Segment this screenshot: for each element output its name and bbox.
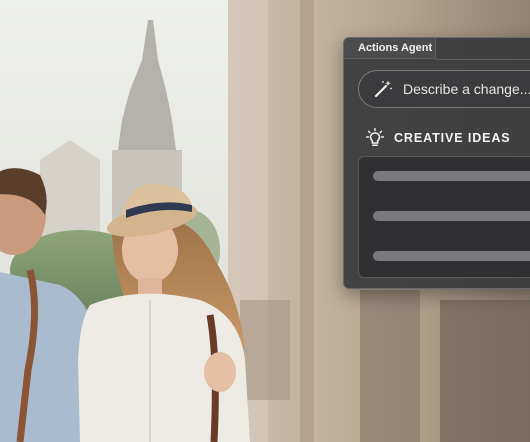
tab-actions-agent[interactable]: Actions Agent bbox=[344, 38, 436, 59]
creative-ideas-header: CREATIVE IDEAS bbox=[366, 128, 511, 148]
app-window: Actions Agent CREATIVE IDEAS bbox=[0, 0, 530, 442]
prompt-field[interactable] bbox=[358, 70, 530, 108]
creative-ideas-heading: CREATIVE IDEAS bbox=[394, 131, 511, 145]
idea-suggestion[interactable] bbox=[373, 171, 530, 181]
lightbulb-icon bbox=[366, 128, 384, 147]
tab-divider bbox=[436, 59, 530, 60]
idea-suggestion[interactable] bbox=[373, 211, 530, 221]
magic-wand-icon bbox=[374, 80, 392, 98]
idea-suggestion[interactable] bbox=[373, 251, 530, 261]
describe-change-input[interactable] bbox=[403, 81, 530, 97]
actions-agent-panel: Actions Agent CREATIVE IDEAS bbox=[343, 37, 530, 289]
creative-ideas-list bbox=[358, 156, 530, 278]
tab-label: Actions Agent bbox=[358, 42, 433, 54]
